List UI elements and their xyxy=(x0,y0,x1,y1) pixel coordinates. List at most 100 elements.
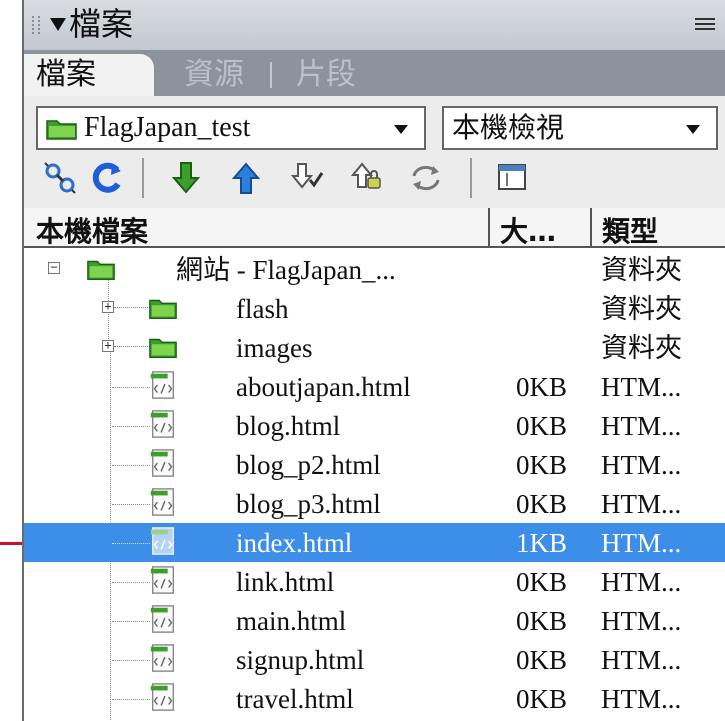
html-file-icon xyxy=(150,410,175,438)
html-file-icon xyxy=(150,371,175,399)
put-files-icon[interactable] xyxy=(228,160,264,196)
tree-row-file[interactable]: travel.html 0KB HTM... xyxy=(24,679,725,718)
folder-open-icon xyxy=(87,260,115,281)
grip-icon[interactable] xyxy=(32,16,40,34)
file-type: HTM... xyxy=(601,450,682,480)
check-out-icon[interactable] xyxy=(288,160,324,196)
synchronize-icon[interactable] xyxy=(408,160,444,196)
file-name: signup.html xyxy=(236,645,365,675)
tree-guide xyxy=(112,699,150,700)
view-select-value: 本機檢視 xyxy=(452,111,565,144)
expand-icon[interactable]: + xyxy=(102,300,114,313)
tree-guide xyxy=(112,543,150,544)
tree-guide xyxy=(114,307,152,308)
file-size: 0KB xyxy=(516,411,568,441)
tree-guide xyxy=(114,346,152,347)
toolbar-divider xyxy=(470,158,472,198)
tree-guide xyxy=(112,465,150,466)
tab-divider xyxy=(270,62,272,88)
file-name: main.html xyxy=(236,606,347,636)
collapse-icon[interactable]: − xyxy=(48,261,60,274)
file-name: blog_p3.html xyxy=(236,489,381,519)
file-type: HTM... xyxy=(601,567,682,597)
tree-row-file[interactable]: signup.html 0KB HTM... xyxy=(24,640,725,679)
get-files-icon[interactable] xyxy=(168,160,204,196)
chevron-down-icon xyxy=(394,125,408,134)
file-type: HTM... xyxy=(601,684,682,714)
file-size: 0KB xyxy=(516,372,568,402)
file-type: HTM... xyxy=(601,606,682,636)
view-select[interactable]: 本機檢視 xyxy=(442,106,718,150)
file-name: link.html xyxy=(236,567,335,597)
site-select[interactable]: FlagJapan_test xyxy=(36,106,426,150)
chevron-down-icon xyxy=(686,125,700,134)
tree-guide xyxy=(112,660,150,661)
column-divider[interactable] xyxy=(488,208,490,246)
tree-row-file[interactable]: main.html 0KB HTM... xyxy=(24,601,725,640)
file-size: 0KB xyxy=(516,606,568,636)
tree-row-folder[interactable]: + flash 資料夾 xyxy=(24,289,725,328)
folder-icon xyxy=(149,299,177,320)
toolbar: FlagJapan_test 本機檢視 xyxy=(24,96,725,210)
folder-name: images xyxy=(236,333,313,363)
file-name: index.html xyxy=(236,528,353,558)
files-panel: 檔案 檔案 資源 片段 FlagJapan_test 本機檢視 本機檔案 大… … xyxy=(22,0,725,721)
html-file-icon xyxy=(150,527,175,555)
column-header: 本機檔案 大… 類型 xyxy=(24,208,725,248)
tree-guide xyxy=(112,426,150,427)
panel-titlebar[interactable]: 檔案 xyxy=(24,0,725,51)
panel-title: 檔案 xyxy=(69,5,134,43)
file-size: 1KB xyxy=(516,528,568,558)
html-file-icon xyxy=(150,566,175,594)
tree-guide xyxy=(112,504,150,505)
panel-options-menu-icon[interactable] xyxy=(695,18,715,34)
file-name: aboutjapan.html xyxy=(236,372,411,402)
folder-name: flash xyxy=(236,294,289,324)
site-type: 資料夾 xyxy=(601,255,682,285)
file-type: HTM... xyxy=(601,489,682,519)
collapse-triangle-icon[interactable] xyxy=(50,18,66,31)
column-divider[interactable] xyxy=(590,208,592,246)
site-select-value: FlagJapan_test xyxy=(84,112,251,143)
expand-icon[interactable]: + xyxy=(102,339,114,352)
html-file-icon xyxy=(150,449,175,477)
tree-row-folder[interactable]: + images 資料夾 xyxy=(24,328,725,367)
folder-icon xyxy=(46,120,77,140)
file-size: 0KB xyxy=(516,645,568,675)
tree-row-file[interactable]: aboutjapan.html 0KB HTM... xyxy=(24,367,725,406)
file-name: blog.html xyxy=(236,411,341,441)
column-size[interactable]: 大… xyxy=(500,210,556,250)
file-size: 0KB xyxy=(516,489,568,519)
tree-row-file[interactable]: blog.html 0KB HTM... xyxy=(24,406,725,445)
html-file-icon xyxy=(150,488,175,516)
tab-assets[interactable]: 資源 xyxy=(164,54,264,96)
check-in-icon[interactable] xyxy=(348,160,384,196)
site-name: 網站 - FlagJapan_... xyxy=(176,255,396,285)
file-name: blog_p2.html xyxy=(236,450,381,480)
folder-icon xyxy=(149,338,177,359)
tree-row-site[interactable]: − 網站 - FlagJapan_... 資料夾 xyxy=(24,250,725,289)
toolbar-icons xyxy=(38,156,638,202)
html-file-icon xyxy=(150,644,175,672)
tab-snippets[interactable]: 片段 xyxy=(276,54,376,96)
file-type: HTM... xyxy=(601,645,682,675)
column-type[interactable]: 類型 xyxy=(602,210,658,250)
tab-files[interactable]: 檔案 xyxy=(24,54,154,96)
toolbar-divider xyxy=(142,158,144,198)
folder-type: 資料夾 xyxy=(601,333,682,363)
column-local-files[interactable]: 本機檔案 xyxy=(36,210,148,250)
tree-row-file[interactable]: blog_p2.html 0KB HTM... xyxy=(24,445,725,484)
file-type: HTM... xyxy=(601,528,682,558)
file-size: 0KB xyxy=(516,684,568,714)
tree-row-file-selected[interactable]: index.html 1KB HTM... xyxy=(24,523,725,562)
panel-tabs: 檔案 資源 片段 xyxy=(24,50,725,96)
file-type: HTM... xyxy=(601,372,682,402)
file-tree: − 網站 - FlagJapan_... 資料夾 + flash 資料夾 + i… xyxy=(24,248,725,721)
file-size: 0KB xyxy=(516,450,568,480)
file-name: travel.html xyxy=(236,684,354,714)
tree-row-file[interactable]: blog_p3.html 0KB HTM... xyxy=(24,484,725,523)
connect-icon[interactable] xyxy=(42,160,78,196)
expand-view-icon[interactable] xyxy=(494,160,530,196)
refresh-icon[interactable] xyxy=(90,160,126,196)
tree-row-file[interactable]: link.html 0KB HTM... xyxy=(24,562,725,601)
